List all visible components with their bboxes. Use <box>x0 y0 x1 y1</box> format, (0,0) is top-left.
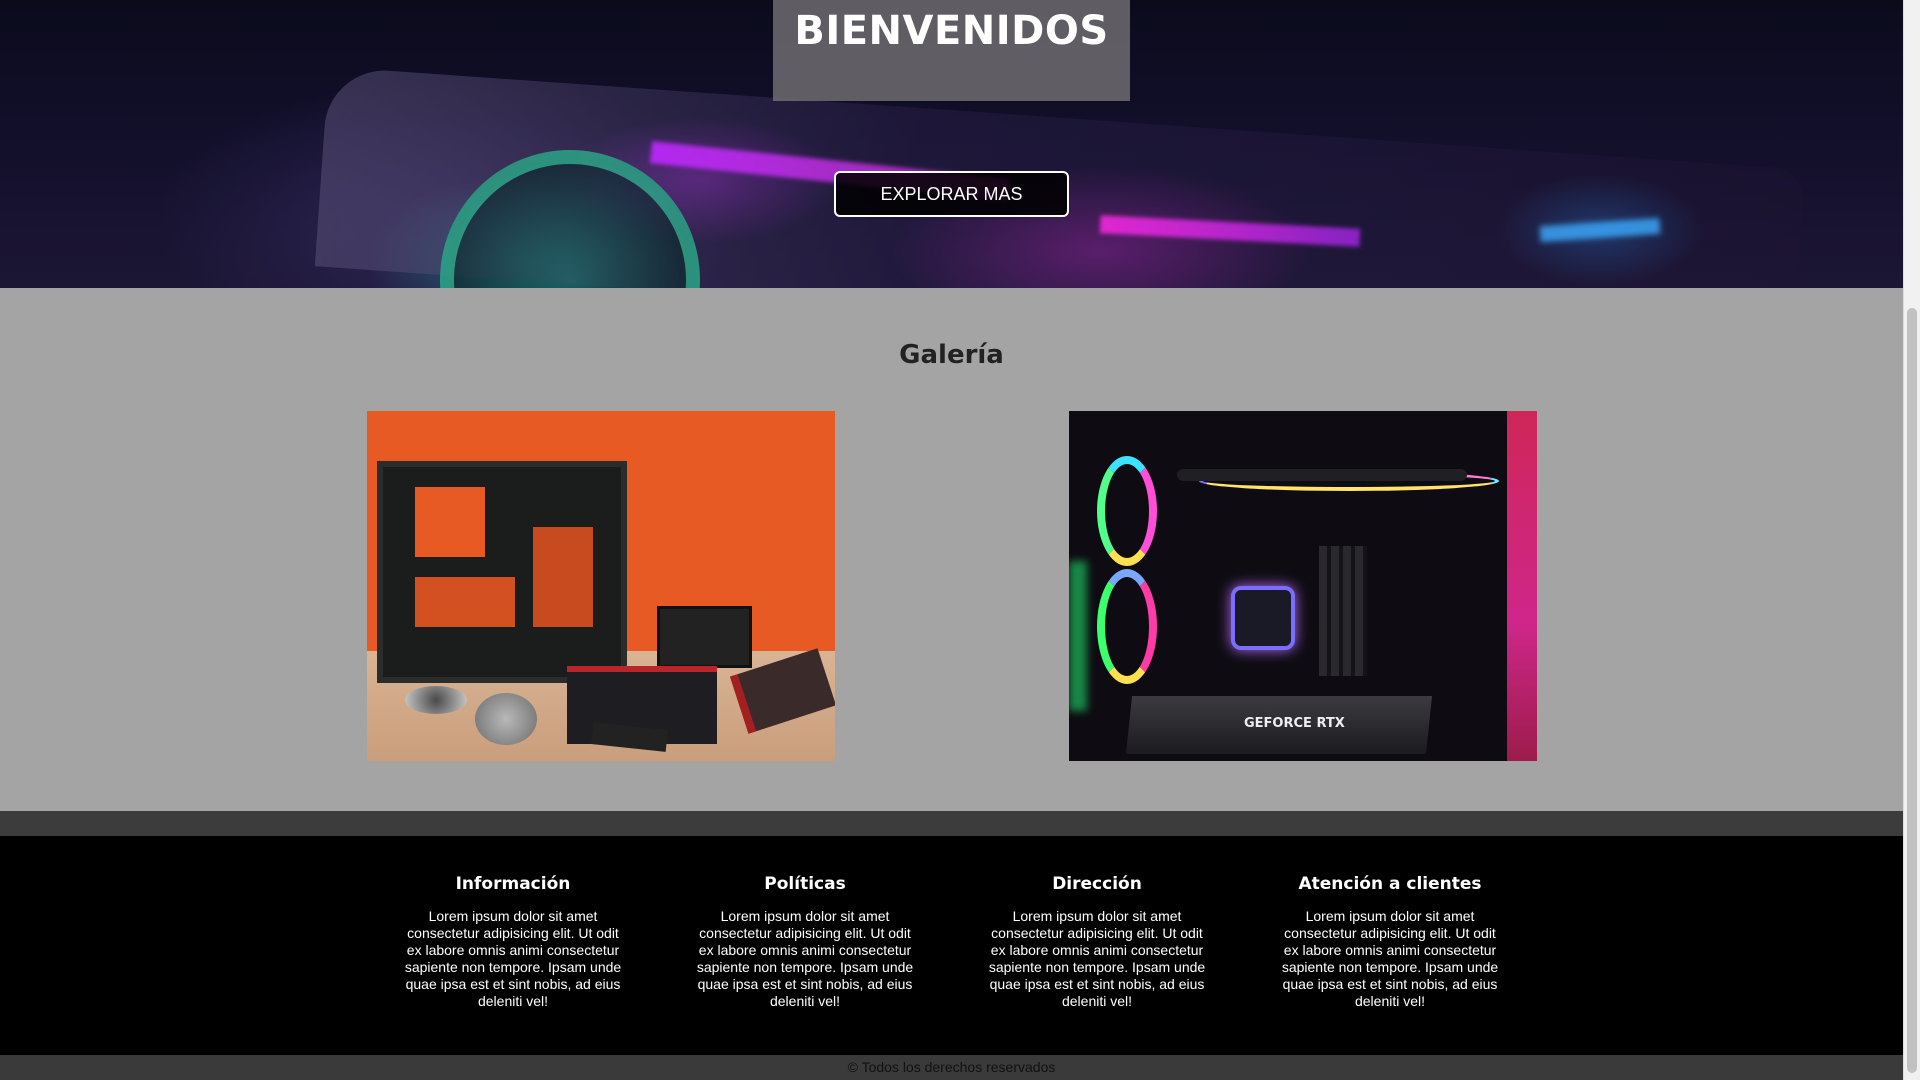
rgb-fan-ring <box>1097 456 1157 566</box>
hero-section: BIENVENIDOS EXPLORAR MAS <box>0 0 1903 288</box>
cpu-pump <box>1231 586 1295 650</box>
footer-divider <box>0 811 1903 836</box>
hero-title-box: BIENVENIDOS <box>773 0 1130 101</box>
footer: Información Lorem ipsum dolor sit amet c… <box>0 836 1903 1055</box>
footer-column-title: Atención a clientes <box>1298 874 1482 894</box>
footer-column-text: Lorem ipsum dolor sit amet consectetur a… <box>1281 908 1499 1009</box>
page: BIENVENIDOS EXPLORAR MAS Galería GEFORCE… <box>0 0 1903 1080</box>
footer-column-text: Lorem ipsum dolor sit amet consectetur a… <box>404 908 622 1009</box>
footer-column-text: Lorem ipsum dolor sit amet consectetur a… <box>696 908 914 1009</box>
power-supply <box>657 606 752 668</box>
cpu-cooler <box>475 693 537 745</box>
footer-column-address: Dirección Lorem ipsum dolor sit amet con… <box>987 874 1207 1010</box>
footer-column-title: Dirección <box>1052 874 1142 894</box>
copyright-bar: © Todos los derechos reservados <box>0 1055 1903 1080</box>
screw-bowl <box>405 686 467 714</box>
pc-parts-image <box>367 411 835 761</box>
scrollbar-thumb[interactable] <box>1907 308 1917 1073</box>
rgb-glow <box>1069 561 1087 711</box>
footer-column-information: Información Lorem ipsum dolor sit amet c… <box>403 874 623 1010</box>
footer-column-policies: Políticas Lorem ipsum dolor sit amet con… <box>695 874 915 1010</box>
pc-case <box>377 461 627 683</box>
explore-more-button[interactable]: EXPLORAR MAS <box>834 171 1069 217</box>
gallery-title: Galería <box>899 340 1004 370</box>
gallery-section: Galería GEFORCE RTX <box>0 288 1903 811</box>
rgb-pc-build-image: GEFORCE RTX <box>1069 411 1537 761</box>
rgb-glow <box>1507 411 1537 761</box>
rgb-fan-ring <box>1097 569 1157 684</box>
footer-column-text: Lorem ipsum dolor sit amet consectetur a… <box>988 908 1206 1009</box>
footer-column-title: Información <box>455 874 571 894</box>
ram-sticks <box>1319 546 1367 676</box>
hero-title: BIENVENIDOS <box>794 8 1109 54</box>
footer-column-customer-service: Atención a clientes Lorem ipsum dolor si… <box>1280 874 1500 1010</box>
gpu-brand-text: GEFORCE RTX <box>1244 716 1345 731</box>
radiator-tube <box>1177 469 1467 481</box>
vertical-scrollbar[interactable] <box>1903 0 1920 1080</box>
footer-column-title: Políticas <box>764 874 846 894</box>
